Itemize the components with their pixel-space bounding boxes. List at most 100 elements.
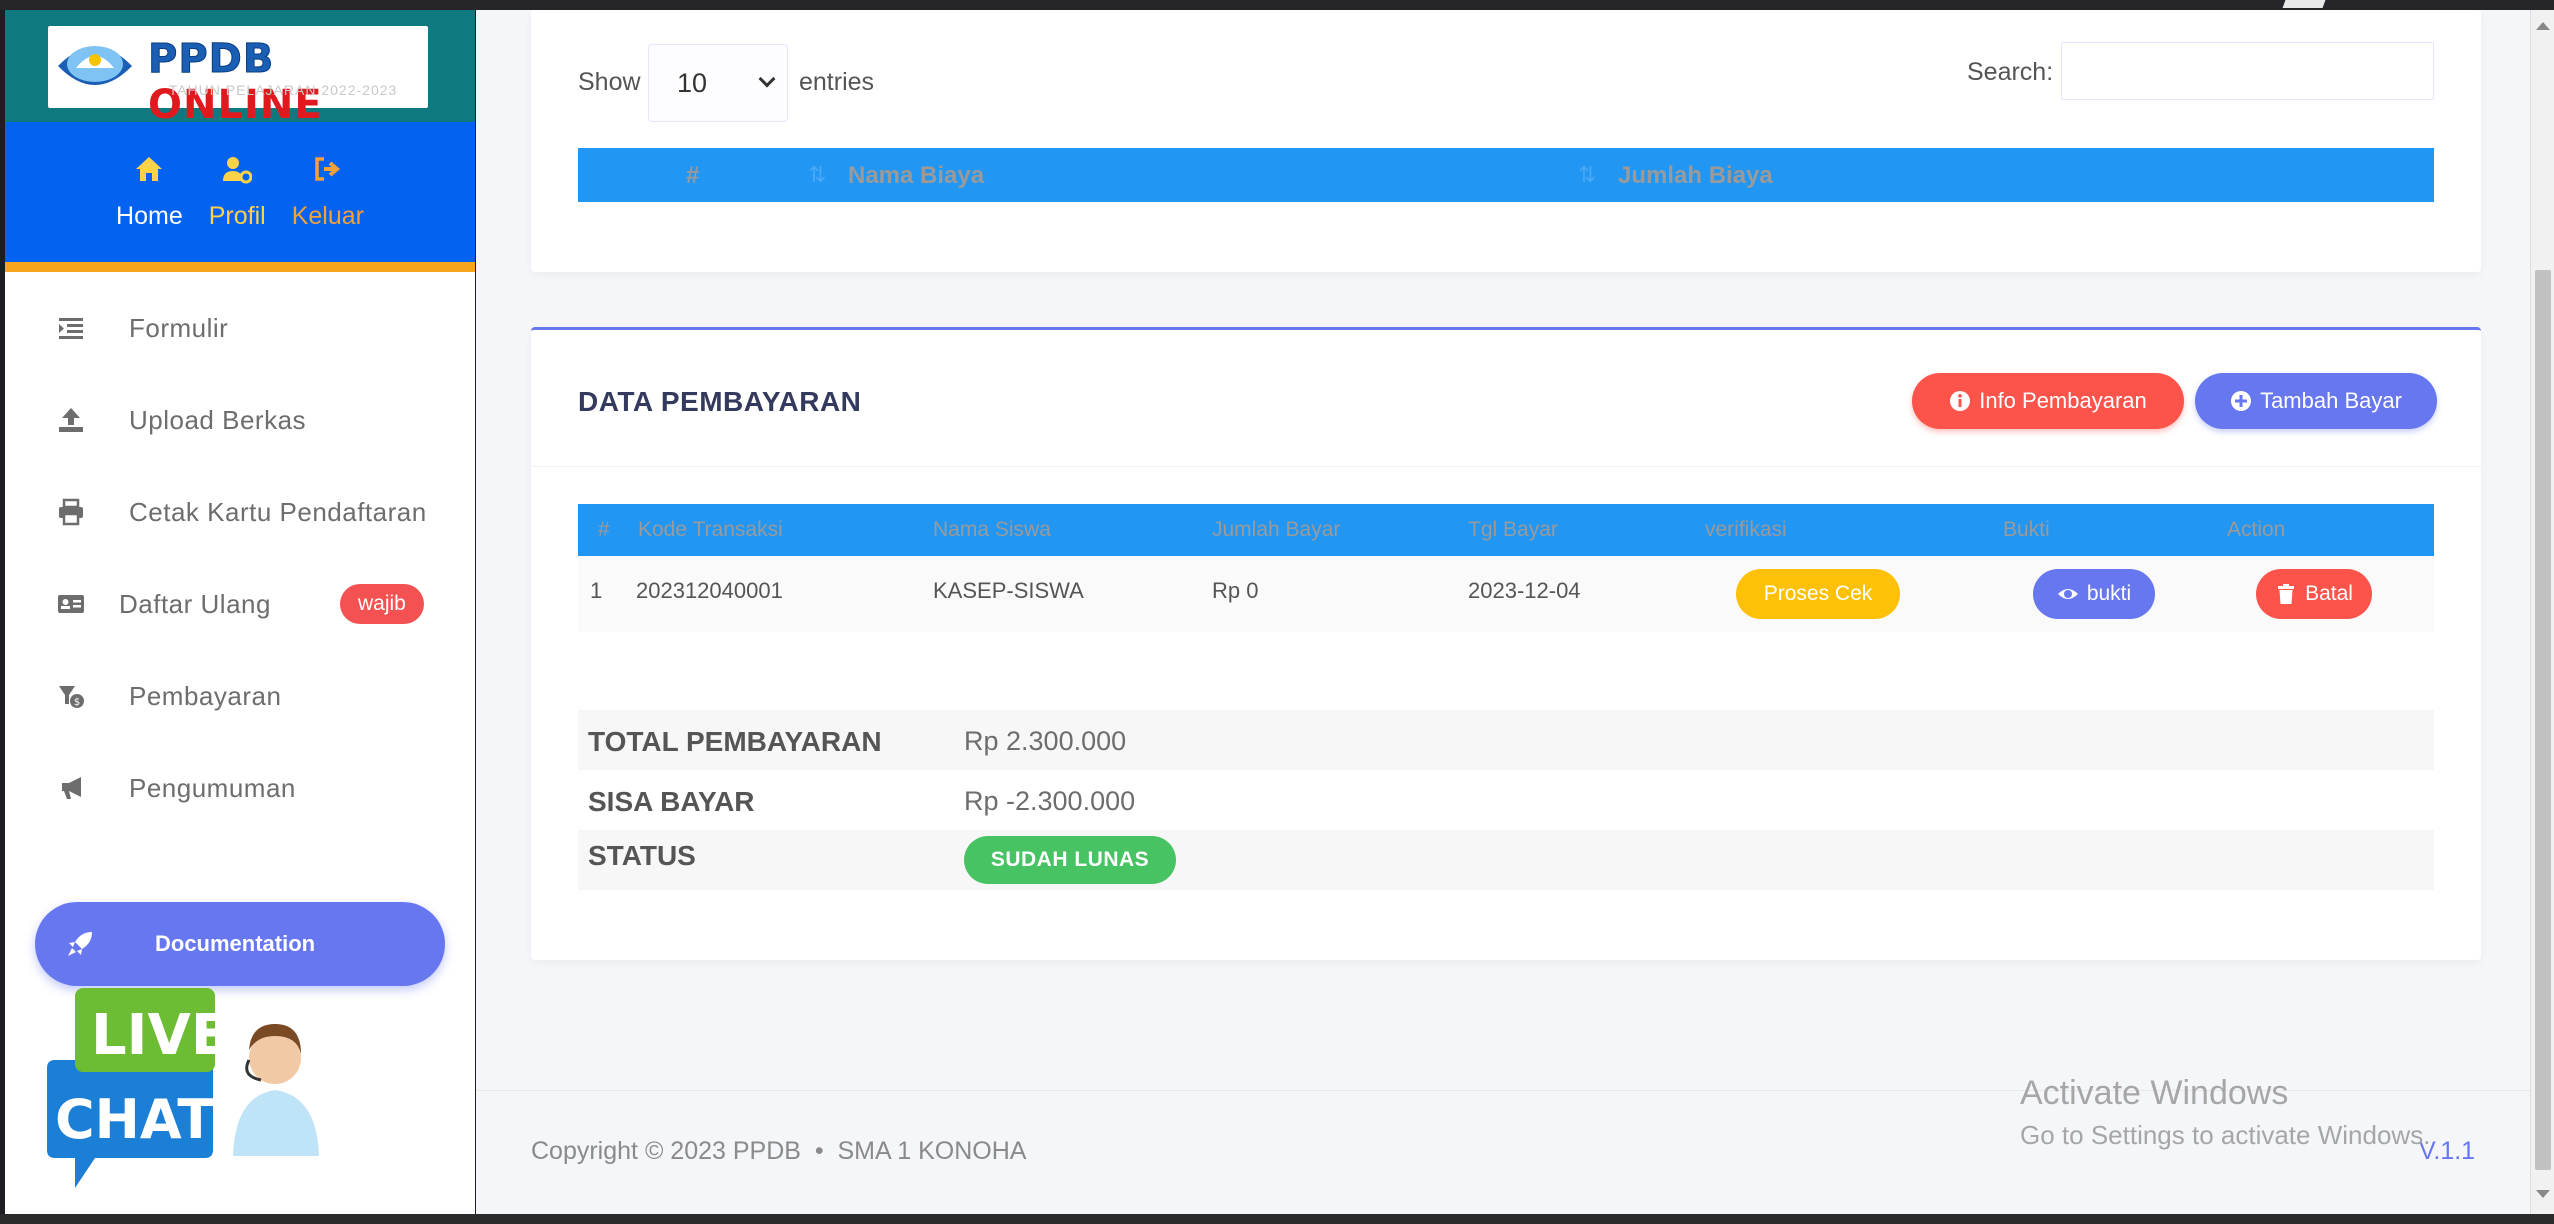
col-header-bukti: Bukti bbox=[2003, 518, 2050, 541]
id-card-icon bbox=[58, 595, 84, 613]
pembayaran-table-header: # Kode Transaksi Nama Siswa Jumlah Bayar… bbox=[578, 504, 2434, 556]
sidebar-menu: Formulir Upload Berkas Cetak Kartu Penda… bbox=[5, 272, 475, 834]
wajib-badge: wajib bbox=[340, 584, 424, 624]
col-header-jumlah-biaya[interactable]: Jumlah Biaya bbox=[1618, 162, 1773, 190]
cell-nama-siswa: KASEP-SISWA bbox=[933, 578, 1084, 603]
sidebar-item-label: Upload Berkas bbox=[129, 404, 307, 435]
info-circle-icon bbox=[1950, 391, 1971, 411]
col-header-verifikasi: verifikasi bbox=[1705, 518, 1787, 541]
megaphone-icon bbox=[62, 777, 81, 799]
plus-circle-icon bbox=[2231, 391, 2252, 411]
school-link[interactable]: SMA 1 KONOHA bbox=[838, 1137, 1027, 1165]
sidebar-item-label: Pembayaran bbox=[129, 680, 282, 711]
nav-keluar-label: Keluar bbox=[291, 202, 364, 230]
sisa-bayar-label: SISA BAYAR bbox=[588, 786, 755, 817]
info-pembayaran-button[interactable]: Info Pembayaran bbox=[1912, 373, 2184, 429]
sidebar-item-upload-berkas[interactable]: Upload Berkas bbox=[5, 374, 475, 466]
user-cog-icon bbox=[223, 157, 253, 184]
scroll-up-arrow-icon[interactable] bbox=[2536, 22, 2550, 30]
search-input[interactable] bbox=[2061, 42, 2434, 100]
live-chat-widget[interactable]: LIVE CHAT bbox=[35, 980, 325, 1200]
biaya-card: Show 10 entries Search: # ⇅ Nama Biaya ⇅… bbox=[531, 10, 2481, 272]
sidebar-item-label: Daftar Ulang bbox=[119, 588, 271, 619]
sidebar-item-pembayaran[interactable]: $ Pembayaran bbox=[5, 650, 475, 742]
documentation-button[interactable]: Documentation bbox=[35, 902, 445, 986]
col-header-no: # bbox=[598, 518, 610, 541]
total-pembayaran-value: Rp 2.300.000 bbox=[964, 726, 1127, 756]
search-label: Search: bbox=[1967, 58, 2054, 86]
window-corner-mark bbox=[2282, 0, 2326, 8]
info-pembayaran-label: Info Pembayaran bbox=[1979, 388, 2147, 413]
entries-label: entries bbox=[799, 68, 875, 96]
payment-icon: $ bbox=[59, 686, 84, 708]
page-scrollbar[interactable] bbox=[2530, 10, 2554, 1214]
cell-kode-transaksi: 202312040001 bbox=[636, 578, 783, 603]
batal-button[interactable]: Batal bbox=[2256, 569, 2372, 619]
sidebar: PPDB ONLINE TAHUN PELAJARAN 2022-2023 Ho… bbox=[5, 10, 475, 1214]
col-header-jumlah-bayar: Jumlah Bayar bbox=[1212, 518, 1341, 541]
sign-out-icon bbox=[315, 157, 340, 181]
status-label: STATUS bbox=[588, 840, 696, 871]
nav-home[interactable]: Home bbox=[116, 154, 183, 262]
sidebar-item-daftar-ulang[interactable]: Daftar Ulang wajib bbox=[5, 558, 475, 650]
chevron-down-icon bbox=[758, 70, 776, 88]
svg-text:$: $ bbox=[74, 697, 80, 708]
nav-profil-label: Profil bbox=[208, 202, 266, 230]
sort-icon: ⇅ bbox=[1578, 162, 1597, 187]
tambah-bayar-button[interactable]: Tambah Bayar bbox=[2195, 373, 2437, 429]
live-chat-line1: LIVE bbox=[91, 1003, 229, 1068]
scroll-thumb[interactable] bbox=[2535, 270, 2551, 1170]
brand-header: PPDB ONLINE TAHUN PELAJARAN 2022-2023 bbox=[5, 10, 475, 128]
brand-subtitle: TAHUN PELAJARAN 2022-2023 bbox=[168, 82, 398, 98]
pembayaran-card: DATA PEMBAYARAN Info Pembayaran Tambah B… bbox=[531, 327, 2481, 960]
cell-jumlah-bayar: Rp 0 bbox=[1212, 578, 1259, 603]
sidebar-item-label: Pengumuman bbox=[129, 772, 296, 803]
col-header-kode-transaksi: Kode Transaksi bbox=[638, 518, 783, 541]
scroll-down-arrow-icon[interactable] bbox=[2536, 1190, 2550, 1198]
card-divider bbox=[531, 466, 2481, 467]
sisa-bayar-row: SISA BAYAR Rp -2.300.000 bbox=[578, 770, 2434, 830]
tut-wuri-emblem-icon bbox=[58, 46, 132, 85]
documentation-label: Documentation bbox=[155, 931, 316, 956]
copyright-text: Copyright © 2023 PPDB • SMA 1 KONOHA bbox=[531, 1137, 1027, 1165]
activate-windows-subtitle: Go to Settings to activate Windows. bbox=[2020, 1120, 2431, 1150]
entries-value: 10 bbox=[677, 67, 708, 98]
sidebar-item-label: Cetak Kartu Pendaftaran bbox=[129, 496, 427, 527]
batal-label: Batal bbox=[2305, 582, 2353, 605]
taskbar-strip bbox=[0, 1214, 2554, 1224]
nav-keluar[interactable]: Keluar bbox=[292, 154, 364, 262]
nav-home-label: Home bbox=[116, 202, 183, 230]
cell-tgl-bayar: 2023-12-04 bbox=[1468, 578, 1581, 603]
sidebar-item-pengumuman[interactable]: Pengumuman bbox=[5, 742, 475, 834]
sort-icon: ⇅ bbox=[808, 162, 827, 187]
printer-icon bbox=[59, 498, 83, 526]
show-label: Show bbox=[578, 68, 641, 96]
eye-icon bbox=[2057, 589, 2078, 599]
sidebar-item-cetak-kartu[interactable]: Cetak Kartu Pendaftaran bbox=[5, 466, 475, 558]
sidebar-item-formulir[interactable]: Formulir bbox=[5, 282, 475, 374]
col-header-no[interactable]: # bbox=[686, 162, 699, 190]
home-icon bbox=[136, 157, 163, 181]
cell-no: 1 bbox=[590, 578, 603, 603]
upload-icon bbox=[59, 408, 83, 432]
brand-logo[interactable]: PPDB ONLINE TAHUN PELAJARAN 2022-2023 bbox=[48, 26, 428, 128]
total-pembayaran-label: TOTAL PEMBAYARAN bbox=[588, 726, 882, 757]
live-chat-line2: CHAT bbox=[55, 1088, 214, 1151]
nav-profil[interactable]: Profil bbox=[209, 154, 266, 262]
sidebar-item-label: Formulir bbox=[129, 312, 229, 343]
list-icon bbox=[59, 318, 83, 339]
sisa-bayar-value: Rp -2.300.000 bbox=[964, 786, 1136, 816]
table-row: 1 202312040001 KASEP-SISWA Rp 0 2023-12-… bbox=[578, 556, 2434, 632]
entries-select[interactable]: 10 bbox=[648, 44, 788, 122]
verifikasi-status-badge: Proses Cek bbox=[1736, 569, 1900, 619]
activate-windows-title: Activate Windows bbox=[2020, 1074, 2289, 1112]
col-header-tgl-bayar: Tgl Bayar bbox=[1468, 518, 1558, 541]
bukti-button[interactable]: bukti bbox=[2033, 569, 2155, 619]
trash-icon bbox=[2278, 584, 2295, 604]
status-badge: SUDAH LUNAS bbox=[964, 836, 1176, 884]
top-user-nav: Home Profil Keluar bbox=[5, 122, 475, 272]
status-row: STATUS SUDAH LUNAS bbox=[578, 830, 2434, 890]
rocket-icon bbox=[68, 932, 92, 956]
biaya-table-header: # ⇅ Nama Biaya ⇅ Jumlah Biaya bbox=[578, 148, 2434, 202]
col-header-nama-biaya[interactable]: Nama Biaya bbox=[848, 162, 984, 190]
